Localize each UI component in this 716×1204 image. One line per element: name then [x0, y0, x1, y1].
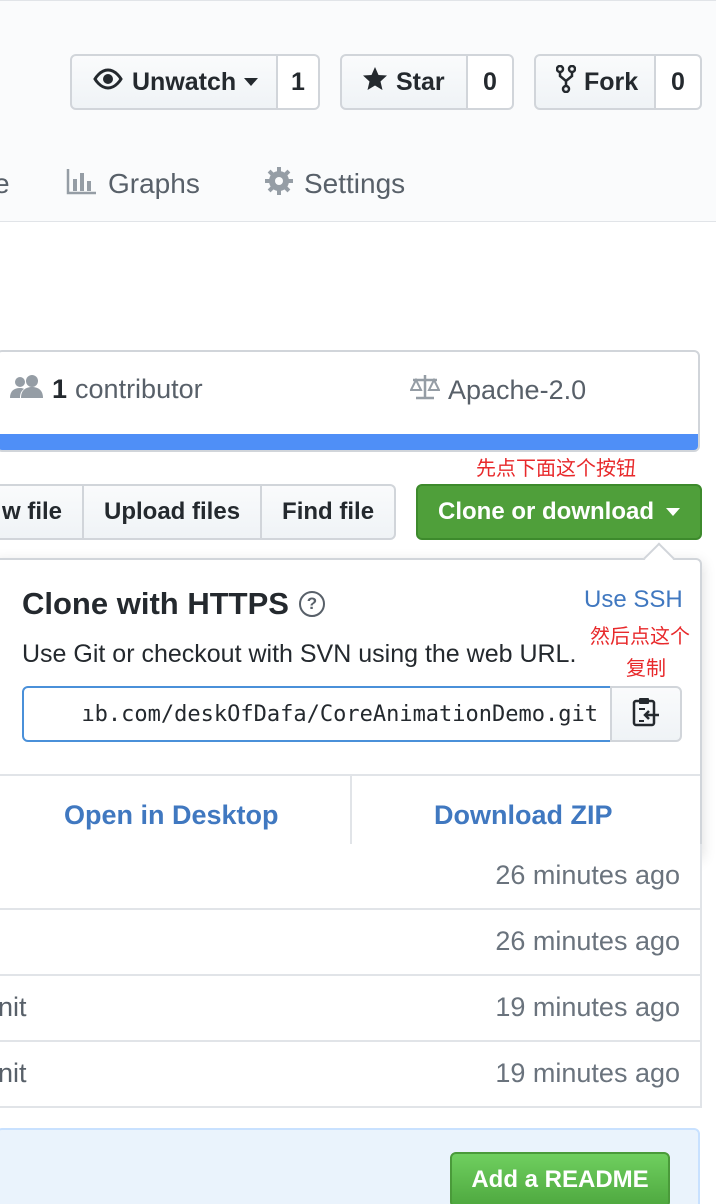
fork-icon: [555, 64, 577, 100]
file-row[interactable]: nit 19 minutes ago: [0, 1042, 702, 1108]
fork-button[interactable]: Fork: [534, 54, 656, 110]
annotation-click-button: 先点下面这个按钮: [476, 456, 636, 480]
tab-partial-label: e: [0, 168, 10, 199]
star-icon: [362, 66, 388, 99]
gear-icon: [264, 166, 294, 203]
clone-url-value: ıb.com/deskOfDafa/CoreAnimationDemo.git: [81, 701, 598, 727]
tab-settings-label: Settings: [304, 168, 406, 199]
commit-message[interactable]: nit: [0, 992, 27, 1023]
people-icon: [10, 374, 44, 405]
clone-description: Use Git or checkout with SVN using the w…: [22, 640, 577, 668]
clone-label: Clone or download: [438, 498, 654, 525]
open-in-desktop-link[interactable]: Open in Desktop: [64, 800, 279, 831]
contributors-count: 1: [52, 374, 68, 404]
chevron-down-icon: [244, 78, 259, 86]
commit-time: 19 minutes ago: [495, 992, 680, 1022]
repo-summary: 1 contributor Apache-2.0: [0, 350, 700, 452]
add-readme-button[interactable]: Add a README: [450, 1152, 670, 1204]
commit-time: 26 minutes ago: [495, 860, 680, 890]
unwatch-label: Unwatch: [132, 67, 237, 96]
file-row[interactable]: 26 minutes ago: [0, 844, 702, 910]
license-link[interactable]: Apache-2.0: [409, 374, 587, 407]
tab-graphs[interactable]: Graphs: [66, 162, 200, 206]
question-icon[interactable]: ?: [298, 591, 325, 617]
watch-button-group: Unwatch 1: [70, 54, 320, 110]
copy-url-button[interactable]: [610, 686, 682, 742]
popup-title: Clone with HTTPS ?: [22, 586, 325, 622]
chevron-down-icon: [666, 508, 680, 516]
create-new-file-button[interactable]: w file: [0, 484, 85, 540]
law-icon: [409, 374, 441, 407]
unwatch-button[interactable]: Unwatch: [70, 54, 278, 110]
find-file-button[interactable]: Find file: [262, 484, 397, 540]
eye-icon: [92, 67, 124, 97]
clone-https-title: Clone with HTTPS: [22, 586, 289, 621]
stargazers-count[interactable]: 0: [468, 54, 514, 110]
contributors-label: contributor: [75, 374, 203, 404]
file-actions: w file Upload files Find file: [0, 484, 397, 540]
commit-message[interactable]: nit: [0, 1058, 27, 1089]
clone-or-download-button[interactable]: Clone or download: [416, 484, 702, 540]
download-zip-link[interactable]: Download ZIP: [434, 800, 613, 831]
commit-time: 19 minutes ago: [495, 1058, 680, 1088]
clone-url-input[interactable]: ıb.com/deskOfDafa/CoreAnimationDemo.git: [22, 686, 612, 742]
tab-settings[interactable]: Settings: [264, 162, 405, 206]
upload-files-button[interactable]: Upload files: [84, 484, 263, 540]
annotation-copy: 复制: [626, 656, 666, 680]
file-row[interactable]: nit 19 minutes ago: [0, 976, 702, 1042]
fork-button-group: Fork 0: [534, 54, 702, 110]
watchers-count[interactable]: 1: [278, 54, 320, 110]
license-label: Apache-2.0: [448, 375, 587, 405]
commit-time: 26 minutes ago: [495, 926, 680, 956]
tab-partial[interactable]: e: [0, 162, 10, 206]
star-button[interactable]: Star: [340, 54, 468, 110]
use-ssh-link[interactable]: Use SSH: [584, 586, 683, 614]
star-label: Star: [396, 67, 445, 96]
clipboard-icon: [632, 697, 660, 732]
annotation-then-click: 然后点这个: [590, 624, 690, 648]
fork-label: Fork: [584, 67, 639, 96]
contributors-link[interactable]: 1 contributor: [10, 374, 203, 405]
star-button-group: Star 0: [340, 54, 514, 110]
forks-count[interactable]: 0: [656, 54, 702, 110]
tab-graphs-label: Graphs: [108, 168, 200, 199]
clone-popup: Clone with HTTPS ? Use SSH Use Git or ch…: [0, 558, 702, 856]
graph-icon: [66, 167, 98, 202]
language-bar: [0, 434, 698, 450]
file-row[interactable]: 26 minutes ago: [0, 910, 702, 976]
